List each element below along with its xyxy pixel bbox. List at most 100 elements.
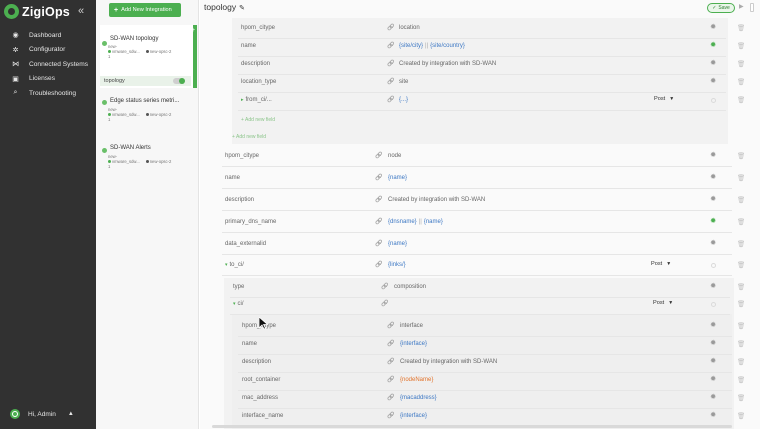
gear-icon[interactable]: ✹ bbox=[710, 58, 716, 67]
collapse-sidebar-icon[interactable]: « bbox=[78, 5, 84, 17]
trash-icon[interactable]: 🗑 bbox=[737, 24, 745, 32]
trash-icon[interactable]: 🗑 bbox=[737, 283, 745, 291]
horizontal-scrollbar[interactable] bbox=[212, 425, 732, 428]
plus-icon[interactable]: + bbox=[191, 27, 195, 34]
gear-icon[interactable]: ✹ bbox=[710, 194, 716, 203]
trash-icon[interactable]: 🗑 bbox=[737, 300, 745, 308]
field-value[interactable]: location bbox=[399, 25, 420, 31]
gear-icon[interactable]: ✹ bbox=[710, 410, 716, 419]
expand-caret-icon[interactable]: ▸ bbox=[241, 97, 244, 103]
gear-icon[interactable]: ✹ bbox=[710, 320, 716, 329]
field-value[interactable]: site bbox=[399, 79, 408, 85]
collapse-caret-icon[interactable]: ▾ bbox=[233, 301, 236, 307]
trash-icon[interactable]: 🗑 bbox=[737, 152, 745, 160]
link-icon[interactable]: 🔗 bbox=[387, 412, 394, 419]
link-icon[interactable]: 🔗 bbox=[375, 218, 382, 225]
add-integration-button[interactable]: + Add New Integration bbox=[109, 3, 181, 17]
field-value[interactable]: {name} bbox=[388, 241, 407, 247]
trash-icon[interactable]: 🗑 bbox=[737, 42, 745, 50]
trash-icon[interactable]: 🗑 bbox=[737, 412, 745, 420]
gear-icon[interactable]: ✹ bbox=[710, 40, 716, 49]
field-value[interactable]: interface bbox=[400, 323, 423, 329]
gear-icon[interactable]: ✹ bbox=[710, 338, 716, 347]
field-value[interactable]: Created by integration with SD-WAN bbox=[399, 61, 496, 67]
field-value[interactable]: composition bbox=[394, 284, 426, 290]
field-value[interactable]: {site/city} || {site/country} bbox=[399, 43, 465, 49]
link-icon[interactable]: 🔗 bbox=[375, 240, 382, 247]
trash-icon[interactable]: 🗑 bbox=[737, 96, 745, 104]
field-value[interactable]: {name} bbox=[388, 175, 407, 181]
add-new-field-link[interactable]: + Add new field bbox=[241, 117, 275, 123]
trash-icon[interactable]: 🗑 bbox=[737, 196, 745, 204]
link-icon[interactable]: 🔗 bbox=[375, 261, 382, 268]
edit-pencil-icon[interactable]: ✎ bbox=[239, 5, 245, 12]
link-icon[interactable]: 🔗 bbox=[387, 96, 394, 103]
save-button[interactable]: ✓ Save bbox=[707, 3, 735, 13]
link-icon[interactable]: 🔗 bbox=[375, 174, 382, 181]
integration-card-edge-status[interactable]: Edge status series metri... new- vmware_… bbox=[100, 94, 197, 126]
integration-card-sdwan-alerts[interactable]: SD-WAN Alerts new- vmware_sdw... new-opsc… bbox=[100, 142, 197, 174]
trash-icon[interactable]: 🗑 bbox=[737, 174, 745, 182]
flow-toggle[interactable] bbox=[173, 78, 185, 84]
trash-icon[interactable]: 🗑 bbox=[737, 218, 745, 226]
trash-icon[interactable]: 🗑 bbox=[737, 261, 745, 269]
trash-icon[interactable]: 🗑 bbox=[737, 78, 745, 86]
trash-icon[interactable]: 🗑 bbox=[737, 240, 745, 248]
field-value[interactable]: {interface} bbox=[400, 341, 427, 347]
link-icon[interactable]: 🔗 bbox=[381, 300, 388, 307]
link-icon[interactable]: 🔗 bbox=[375, 152, 382, 159]
field-value[interactable]: node bbox=[388, 153, 401, 159]
trash-icon[interactable]: 🗑 bbox=[737, 340, 745, 348]
method-select[interactable]: Post ▼ bbox=[654, 96, 674, 102]
gear-icon[interactable]: ✹ bbox=[710, 150, 716, 159]
field-value[interactable]: {interface} bbox=[400, 413, 427, 419]
link-icon[interactable]: 🔗 bbox=[387, 42, 394, 49]
field-value[interactable]: {...} bbox=[399, 97, 408, 103]
field-value[interactable]: {links/} bbox=[388, 262, 406, 268]
flow-item-topology[interactable]: topology bbox=[100, 76, 191, 86]
link-icon[interactable]: 🔗 bbox=[387, 24, 394, 31]
integration-title: SD-WAN Alerts bbox=[110, 145, 151, 151]
gear-icon[interactable]: ✹ bbox=[710, 392, 716, 401]
gear-icon[interactable]: ✹ bbox=[710, 281, 716, 290]
link-icon[interactable]: 🔗 bbox=[387, 358, 394, 365]
gear-icon[interactable]: ✹ bbox=[710, 172, 716, 181]
run-play-icon[interactable]: ▶ bbox=[739, 3, 744, 10]
field-value[interactable]: {macaddress} bbox=[400, 395, 437, 401]
trash-icon[interactable]: 🗑 bbox=[737, 60, 745, 68]
trash-icon[interactable]: 🗑 bbox=[737, 358, 745, 366]
field-value[interactable]: {dnsname} || {name} bbox=[388, 219, 443, 225]
collapse-caret-icon[interactable]: ▾ bbox=[225, 262, 228, 268]
link-icon[interactable]: 🔗 bbox=[375, 196, 382, 203]
link-icon[interactable]: 🔗 bbox=[387, 394, 394, 401]
method-select[interactable]: Post ▼ bbox=[653, 300, 673, 306]
method-select[interactable]: Post ▼ bbox=[651, 261, 671, 267]
gear-icon[interactable]: ✹ bbox=[710, 76, 716, 85]
field-value[interactable]: Created by integration with SD-WAN bbox=[400, 359, 497, 365]
user-menu[interactable]: Hi, Admin ▲ bbox=[10, 409, 74, 419]
nav-item-troubleshooting[interactable]: ⌕ Troubleshooting bbox=[0, 86, 96, 101]
field-value[interactable]: Created by integration with SD-WAN bbox=[388, 197, 485, 203]
nav-item-licenses[interactable]: ▣ Licenses bbox=[0, 72, 96, 87]
nav-item-dashboard[interactable]: ◉ Dashboard bbox=[0, 28, 96, 43]
more-options-button[interactable] bbox=[750, 3, 754, 12]
link-icon[interactable]: 🔗 bbox=[387, 322, 394, 329]
field-value[interactable]: {nodeName} bbox=[400, 377, 433, 383]
link-icon[interactable]: 🔗 bbox=[387, 376, 394, 383]
trash-icon[interactable]: 🗑 bbox=[737, 376, 745, 384]
gear-icon[interactable]: ✹ bbox=[710, 374, 716, 383]
link-icon[interactable]: 🔗 bbox=[387, 78, 394, 85]
nav-item-connected-systems[interactable]: ⋈ Connected Systems bbox=[0, 57, 96, 72]
gear-icon[interactable]: ✹ bbox=[710, 216, 716, 225]
gear-icon[interactable]: ✹ bbox=[710, 356, 716, 365]
gear-icon[interactable]: ✹ bbox=[710, 238, 716, 247]
add-new-field-link[interactable]: + Add new field bbox=[232, 134, 266, 140]
gear-icon[interactable]: ✹ bbox=[710, 22, 716, 31]
integration-card-sdwan-topology[interactable]: SD-WAN topology new- vmware_sdw... new-op… bbox=[100, 25, 197, 88]
nav-item-configurator[interactable]: ✲ Configurator bbox=[0, 43, 96, 58]
trash-icon[interactable]: 🗑 bbox=[737, 322, 745, 330]
trash-icon[interactable]: 🗑 bbox=[737, 394, 745, 402]
link-icon[interactable]: 🔗 bbox=[387, 340, 394, 347]
link-icon[interactable]: 🔗 bbox=[387, 60, 394, 67]
link-icon[interactable]: 🔗 bbox=[381, 283, 388, 290]
